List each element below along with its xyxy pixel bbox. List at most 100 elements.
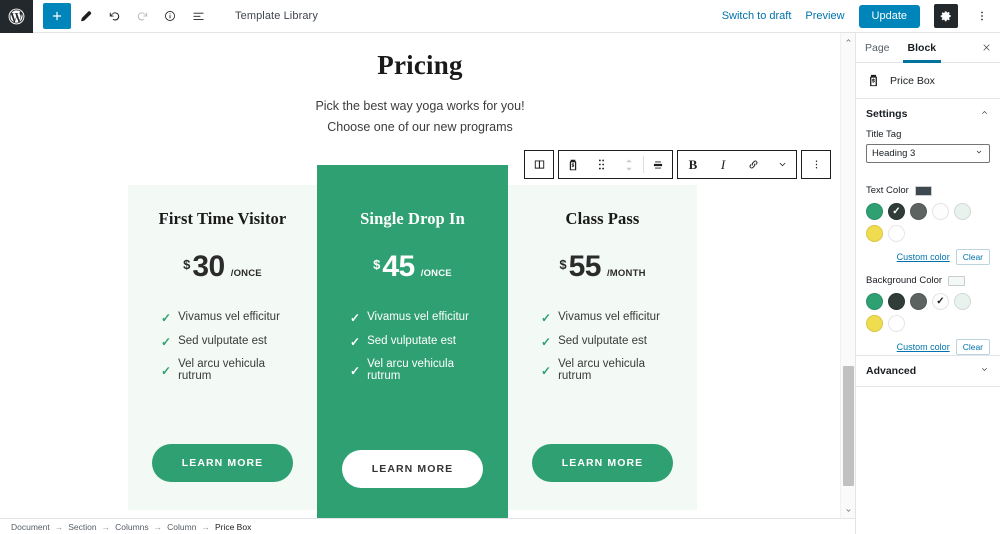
switch-to-draft-button[interactable]: Switch to draft	[722, 10, 792, 22]
text-color-label: Text Color	[866, 185, 909, 196]
page-subtitle-line-1: Pick the best way yoga works for you!	[315, 99, 525, 113]
chevron-up-icon	[979, 107, 990, 121]
chevron-down-icon	[979, 364, 990, 378]
close-icon[interactable]	[972, 33, 1000, 62]
link-icon[interactable]	[738, 151, 768, 178]
edit-mode-button[interactable]	[73, 3, 99, 29]
pricing-card-3[interactable]: Class Pass $ 55 /MONTH ✓ Vivamus vel eff…	[508, 185, 697, 510]
editor-top-bar: Template Library Switch to draft Preview…	[0, 0, 1000, 33]
color-swatch[interactable]	[910, 203, 927, 220]
card-title[interactable]: Single Drop In	[360, 209, 465, 229]
page-subtitle[interactable]: Pick the best way yoga works for you! Ch…	[0, 96, 840, 138]
pricing-card-1[interactable]: First Time Visitor $ 30 /ONCE ✓ Vivamus …	[128, 185, 317, 510]
chevron-up-down-icon[interactable]	[615, 151, 643, 178]
learn-more-button[interactable]: LEARN MORE	[341, 450, 484, 488]
color-swatch[interactable]	[888, 315, 905, 333]
advanced-panel-header[interactable]: Advanced	[856, 356, 1000, 386]
scrollbar-thumb[interactable]	[843, 366, 854, 486]
check-icon: ✓	[541, 363, 552, 378]
page-title[interactable]: Pricing	[0, 50, 840, 81]
text-custom-color-link[interactable]: Custom color	[897, 252, 950, 262]
price-period: /MONTH	[606, 268, 646, 279]
card-price: $ 30 /ONCE	[183, 252, 262, 282]
background-color-clear-button[interactable]: Clear	[955, 339, 990, 356]
toolbar-group-options	[801, 150, 831, 179]
top-bar-right-tools: Switch to draft Preview Update	[722, 4, 1000, 28]
toolbar-group-richtext: B I	[677, 150, 797, 179]
undo-button[interactable]	[101, 3, 127, 29]
check-icon: ✓	[541, 311, 552, 325]
list-item: ✓ Sed vulputate est	[161, 335, 299, 347]
title-tag-select[interactable]: Heading 3	[866, 144, 990, 163]
chevron-down-icon[interactable]	[841, 503, 856, 518]
color-swatch[interactable]: ✓	[932, 293, 949, 311]
breadcrumb-item-column[interactable]: Column	[167, 522, 196, 532]
color-swatch[interactable]	[932, 203, 949, 220]
toolbar-group-parent	[524, 150, 554, 179]
breadcrumb-item-price-box[interactable]: Price Box	[215, 522, 251, 532]
chevron-down-icon[interactable]	[768, 151, 796, 178]
background-color-footer: Custom color Clear	[866, 339, 990, 356]
text-color-header: Text Color	[866, 185, 990, 196]
text-color-swatches[interactable]: ✓	[866, 203, 990, 242]
color-swatch[interactable]	[866, 315, 883, 333]
list-item: ✓ Vivamus vel efficitur	[541, 312, 679, 324]
chevron-up-icon[interactable]	[841, 33, 856, 48]
more-menu-button[interactable]	[972, 4, 992, 28]
redo-button[interactable]	[129, 3, 155, 29]
color-swatch[interactable]	[866, 203, 883, 220]
price-period: /ONCE	[230, 268, 262, 279]
card-title[interactable]: Class Pass	[566, 209, 640, 229]
breadcrumb-separator: →	[101, 521, 111, 532]
check-icon: ✓	[161, 311, 172, 325]
content-info-button[interactable]	[157, 3, 183, 29]
kebab-vertical-icon[interactable]	[802, 151, 830, 178]
pricing-card-2[interactable]: Single Drop In $ 45 /ONCE ✓ Vivamus vel …	[317, 165, 508, 518]
preview-button[interactable]: Preview	[805, 10, 844, 22]
tab-page[interactable]: Page	[856, 33, 899, 62]
settings-panel: Settings Title Tag Heading 3 Text Color …	[856, 99, 1000, 357]
background-custom-color-link[interactable]: Custom color	[897, 342, 950, 352]
learn-more-button[interactable]: LEARN MORE	[531, 444, 674, 482]
breadcrumb-item-document[interactable]: Document	[11, 522, 50, 532]
block-toolbar: B I	[524, 150, 831, 179]
list-item: ✓ Vel arcu vehicula rutrum	[541, 358, 679, 382]
text-color-clear-button[interactable]: Clear	[955, 249, 990, 266]
settings-sidebar: Page Block Price Box Settings Title Tag …	[855, 33, 1000, 534]
canvas-scrollbar[interactable]	[840, 33, 855, 518]
price-box-icon[interactable]	[559, 151, 587, 178]
add-block-button[interactable]	[43, 3, 71, 29]
feature-text: Sed vulputate est	[367, 334, 456, 347]
settings-panel-header[interactable]: Settings	[856, 99, 1000, 129]
settings-gear-icon[interactable]	[934, 4, 958, 28]
color-swatch[interactable]	[888, 225, 905, 242]
tab-block[interactable]: Block	[899, 33, 946, 63]
bold-icon[interactable]: B	[678, 151, 708, 178]
template-library-button[interactable]: Template Library	[235, 10, 318, 22]
breadcrumb-item-columns[interactable]: Columns	[115, 522, 149, 532]
card-price: $ 45 /ONCE	[373, 252, 452, 282]
color-swatch[interactable]	[910, 293, 927, 311]
card-title[interactable]: First Time Visitor	[159, 209, 287, 229]
drag-dots-icon[interactable]	[587, 151, 615, 178]
background-color-swatches[interactable]: ✓	[866, 293, 990, 333]
color-swatch[interactable]	[954, 293, 971, 311]
wordpress-logo-icon[interactable]	[0, 0, 33, 33]
color-swatch[interactable]	[866, 225, 883, 242]
check-icon: ✓	[541, 334, 552, 349]
learn-more-button[interactable]: LEARN MORE	[151, 444, 294, 482]
advanced-panel: Advanced	[856, 356, 1000, 388]
italic-icon[interactable]: I	[708, 151, 738, 178]
align-center-icon[interactable]	[644, 151, 672, 178]
block-navigation-button[interactable]	[185, 3, 211, 29]
breadcrumb-separator: →	[201, 521, 210, 532]
feature-text: Sed vulputate est	[558, 334, 647, 347]
color-swatch[interactable]: ✓	[888, 203, 905, 220]
color-swatch[interactable]	[866, 293, 883, 311]
columns-block-icon[interactable]	[525, 151, 553, 178]
update-button[interactable]: Update	[858, 4, 920, 28]
color-swatch[interactable]	[954, 203, 971, 220]
breadcrumb-item-section[interactable]: Section	[68, 522, 96, 532]
feature-text: Vel arcu vehicula rutrum	[178, 358, 266, 382]
color-swatch[interactable]	[888, 293, 905, 311]
